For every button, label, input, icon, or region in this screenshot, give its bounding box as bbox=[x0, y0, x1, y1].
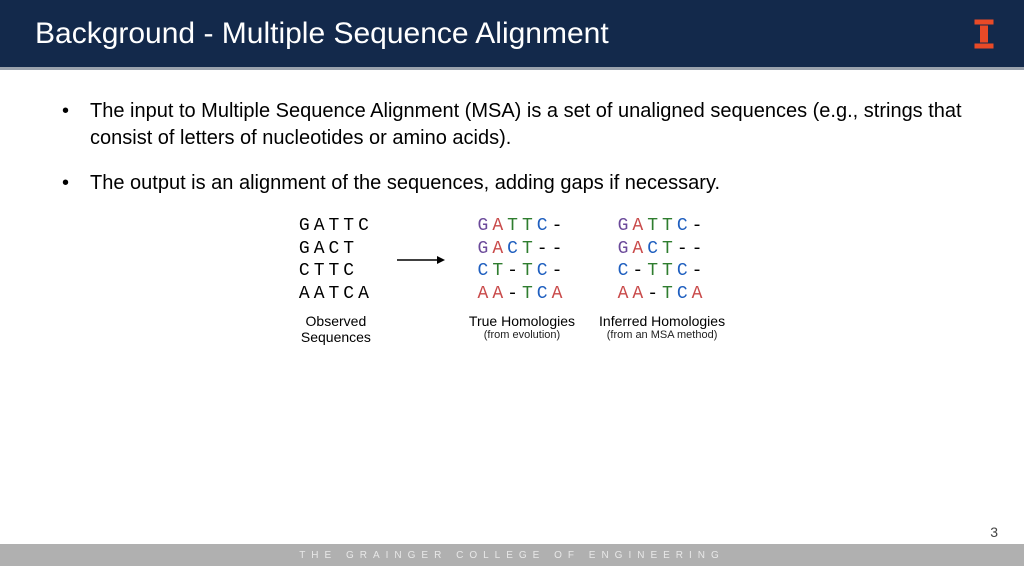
inferred-homologies-sequences: GATTC- GACT-- C-TTC- AA-TCA bbox=[618, 215, 707, 305]
true-homologies-column: GATTC- GACT-- CT-TC- AA-TCA True Homolog… bbox=[469, 215, 575, 342]
footer-text: THE GRAINGER COLLEGE OF ENGINEERING bbox=[299, 550, 725, 561]
bullet-item: The output is an alignment of the sequen… bbox=[68, 170, 974, 197]
illinois-logo-icon bbox=[974, 19, 994, 49]
slide-footer: THE GRAINGER COLLEGE OF ENGINEERING bbox=[0, 544, 1024, 566]
observed-sequences: GATTC GACT CTTC AATCA bbox=[299, 215, 373, 305]
inferred-homologies-column: GATTC- GACT-- C-TTC- AA-TCA Inferred Hom… bbox=[599, 215, 725, 342]
arrow-icon bbox=[397, 215, 445, 272]
slide-header: Background - Multiple Sequence Alignment bbox=[0, 0, 1024, 70]
inferred-caption: Inferred Homologies (from an MSA method) bbox=[599, 313, 725, 342]
slide-body: The input to Multiple Sequence Alignment… bbox=[0, 70, 1024, 345]
page-number: 3 bbox=[990, 524, 998, 540]
alignment-diagram: GATTC GACT CTTC AATCA Observed Sequences… bbox=[50, 215, 974, 345]
observed-caption: Observed Sequences bbox=[301, 313, 371, 345]
bullet-list: The input to Multiple Sequence Alignment… bbox=[50, 98, 974, 197]
observed-column: GATTC GACT CTTC AATCA Observed Sequences bbox=[299, 215, 373, 345]
slide-title: Background - Multiple Sequence Alignment bbox=[35, 17, 609, 51]
bullet-item: The input to Multiple Sequence Alignment… bbox=[68, 98, 974, 152]
true-caption: True Homologies (from evolution) bbox=[469, 313, 575, 342]
true-homologies-sequences: GATTC- GACT-- CT-TC- AA-TCA bbox=[478, 215, 567, 305]
